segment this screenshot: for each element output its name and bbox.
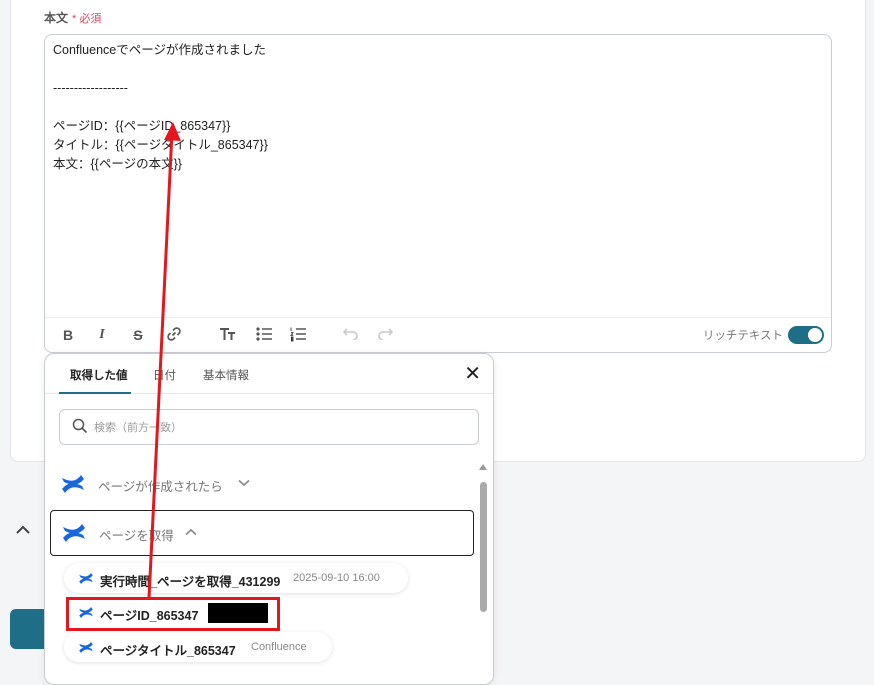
annotation-arrow — [147, 122, 181, 599]
